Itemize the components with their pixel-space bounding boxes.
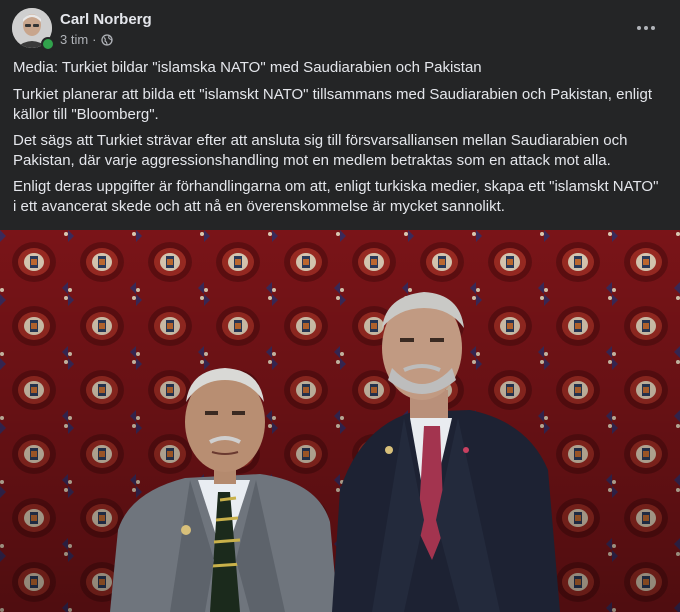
facebook-post: Carl Norberg 3 tim · Media: Turkiet bild… [0,0,680,612]
meta-separator: · [92,32,97,47]
post-paragraph: Turkiet planerar att bilda ett "islamskt… [13,86,652,123]
online-status-indicator [41,37,55,51]
post-meta: 3 tim · [60,32,113,47]
more-horizontal-icon [637,26,655,30]
author-name[interactable]: Carl Norberg [60,11,152,28]
post-paragraph: Det sägs att Turkiet strävar efter att a… [13,132,628,169]
post-paragraph: Enligt deras uppgifter är förhandlingarn… [13,178,659,215]
globe-icon[interactable] [100,33,113,46]
more-options-button[interactable] [630,12,662,44]
post-timestamp[interactable]: 3 tim [60,32,88,47]
photo-image [0,230,680,612]
post-paragraph: Media: Turkiet bildar "islamska NATO" me… [13,59,482,76]
post-header: Carl Norberg 3 tim · [12,8,668,51]
post-text: Media: Turkiet bildar "islamska NATO" me… [13,58,663,223]
post-photo[interactable] [0,230,680,612]
